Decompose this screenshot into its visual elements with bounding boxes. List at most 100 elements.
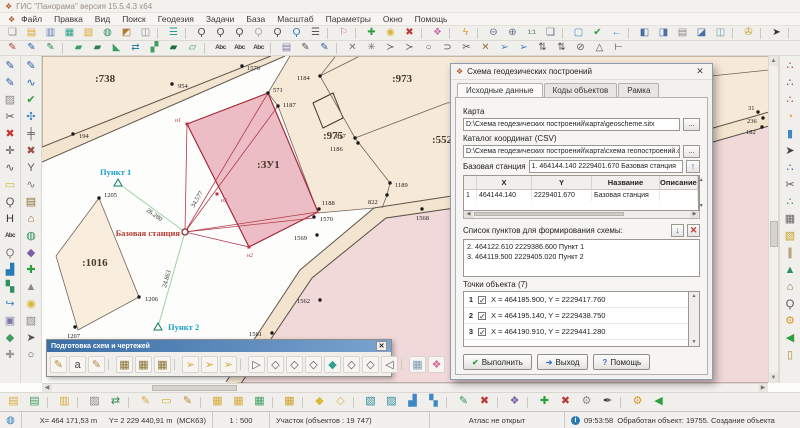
edit-help-icon[interactable]: ✎	[22, 42, 41, 55]
object-point-row[interactable]: 3✓X = 464190.910, Y = 2229441.280	[464, 324, 688, 340]
poly-fill-icon[interactable]: ◆	[324, 356, 341, 373]
browse-map-button[interactable]: ...	[683, 118, 700, 131]
exit-button[interactable]: ➜ Выход	[537, 354, 589, 370]
map-link-icon[interactable]: ▨	[381, 394, 402, 410]
menu-item[interactable]: Окно	[377, 14, 409, 24]
lamp-icon[interactable]: ◉	[381, 27, 400, 40]
tri-gray-icon[interactable]: ▲	[23, 279, 40, 296]
add-object-icon[interactable]: ✚	[362, 27, 381, 40]
star-color-icon[interactable]: ❖	[428, 356, 445, 373]
swap-icon[interactable]: ⇄	[105, 394, 126, 410]
sheet-pencil-icon[interactable]: ✎	[177, 394, 198, 410]
zoom-frame-icon[interactable]: ❑	[541, 27, 560, 40]
table-b-icon[interactable]: ▦	[135, 356, 152, 373]
table-c-icon[interactable]: ▦	[154, 356, 171, 373]
menu-item[interactable]: Масштаб	[271, 14, 319, 24]
wave-icon[interactable]: ∿	[23, 177, 40, 194]
sheet-edit-icon[interactable]: ✎	[135, 394, 156, 410]
vertex-star-icon[interactable]: ✳	[362, 42, 381, 55]
checkbox[interactable]: ✓	[478, 312, 486, 320]
floating-toolbar-titlebar[interactable]: Подготовка схем и чертежей ✕	[47, 340, 391, 352]
globe-small-icon[interactable]: ◍	[23, 228, 40, 245]
text-abc-arc-icon[interactable]: Abc	[230, 42, 249, 55]
arrow-y2-icon[interactable]: ➢	[201, 356, 218, 373]
scatter-pencil-icon[interactable]: ∴	[782, 58, 799, 75]
marker-flag-icon[interactable]: ⚐	[334, 27, 353, 40]
area-cut-icon[interactable]: ◣	[107, 42, 126, 55]
object-point-row[interactable]: 1✓X = 464185.900, Y = 2229417.760	[464, 292, 688, 308]
angle-tool-icon[interactable]: ⊢	[609, 42, 628, 55]
browse-csv-button[interactable]: ...	[683, 145, 700, 158]
table-row[interactable]: 1464144.1402229401.670Базовая станция	[464, 190, 698, 201]
chart-steps-icon[interactable]: ▚	[2, 279, 19, 296]
text-abc-box-icon[interactable]: Abc	[249, 42, 268, 55]
menu-item[interactable]: Правка	[48, 14, 89, 24]
branch-icon[interactable]: Y	[23, 160, 40, 177]
menu-item[interactable]: Задачи	[200, 14, 241, 24]
pipes-icon[interactable]: ∥	[782, 245, 799, 262]
x-brown-icon[interactable]: ✖	[23, 143, 40, 160]
move-down-button[interactable]: ↓	[671, 224, 684, 237]
object-point-row[interactable]: 2✓X = 464195.140, Y = 2229438.750	[464, 308, 688, 324]
exit-door-icon[interactable]: ◀	[782, 330, 799, 347]
diamond-violet-icon[interactable]: ◆	[23, 245, 40, 262]
doc-gear-icon[interactable]: ⚙	[576, 394, 597, 410]
circle-tool-icon[interactable]: ○	[419, 42, 438, 55]
pointer-sm-icon[interactable]: ➤	[23, 330, 40, 347]
palette-icon[interactable]: ❖	[428, 27, 447, 40]
poly-6-icon[interactable]: ◇	[362, 356, 379, 373]
area-dark-icon[interactable]: ▰	[164, 42, 183, 55]
search-by-name-icon[interactable]: Ϙ	[211, 27, 230, 40]
poly-4-icon[interactable]: ◇	[305, 356, 322, 373]
search-by-area-icon[interactable]: Ϙ	[230, 27, 249, 40]
find-a-icon[interactable]: Ϙ	[2, 194, 19, 211]
gear-big-icon[interactable]: ⚙	[627, 394, 648, 410]
hscroll-thumb[interactable]	[152, 385, 237, 391]
help-button[interactable]: ? Помощь	[593, 354, 650, 370]
select-frame-icon[interactable]: ▢	[569, 27, 588, 40]
object-copy-icon[interactable]: ▤	[277, 42, 296, 55]
chart-b-icon[interactable]: ▚	[423, 394, 444, 410]
points-pencil-icon[interactable]: ∴	[782, 160, 799, 177]
scatter-lasso-icon[interactable]: ∴	[782, 92, 799, 109]
search-list-icon[interactable]: ☰	[306, 27, 325, 40]
panel-box-icon[interactable]: ▣	[2, 313, 19, 330]
base-station-input[interactable]: 1. 464144.140 2229401.670 Базовая станци…	[529, 160, 683, 173]
open-data-icon[interactable]: ▧	[79, 27, 98, 40]
ruler-icon[interactable]: ▭	[2, 177, 19, 194]
checkbox[interactable]: ✓	[478, 328, 486, 336]
print-small-icon[interactable]: ▦	[782, 211, 799, 228]
house-map-icon[interactable]: ⌂	[782, 279, 799, 296]
panel-form-icon[interactable]: ▤	[673, 27, 692, 40]
brush-x-icon[interactable]: ✖	[474, 394, 495, 410]
object-pencil-blue-icon[interactable]: ✎	[315, 42, 334, 55]
circle-sm-icon[interactable]: ○	[23, 347, 40, 364]
table-hscroll-thumb[interactable]	[474, 212, 624, 216]
tab-object-codes[interactable]: Коды объектов	[544, 83, 618, 97]
area-green-icon[interactable]: ▰	[69, 42, 88, 55]
area-pair-icon[interactable]: ▞	[145, 42, 164, 55]
label-a-icon[interactable]: a	[69, 356, 86, 373]
arrow-y3-icon[interactable]: ➢	[220, 356, 237, 373]
open-map-icon[interactable]: ▦	[60, 27, 79, 40]
poly-3-icon[interactable]: ◇	[286, 356, 303, 373]
exit-arrow-icon[interactable]: ◀	[648, 394, 669, 410]
save-icon[interactable]: ▥	[41, 27, 60, 40]
checkbox[interactable]: ✓	[478, 296, 486, 304]
find-2-icon[interactable]: Ϙ	[2, 245, 19, 262]
cells-icon[interactable]: ▦	[279, 394, 300, 410]
execute-button[interactable]: ✔ Выполнить	[463, 354, 532, 370]
menu-item[interactable]: Параметры	[320, 14, 377, 24]
door-icon[interactable]: ▯	[782, 347, 799, 364]
dialog-close-icon[interactable]: ✕	[693, 66, 707, 77]
print-icon[interactable]: ▦	[795, 27, 800, 40]
move-cross-icon[interactable]: ✣	[23, 109, 40, 126]
area-light-icon[interactable]: ▱	[183, 42, 202, 55]
plus-green-icon[interactable]: ✚	[23, 262, 40, 279]
open-folder-icon[interactable]: ▤	[22, 27, 41, 40]
delete-object-icon[interactable]: ✖	[400, 27, 419, 40]
lamp-dot-icon[interactable]: ◉	[23, 296, 40, 313]
list-item[interactable]: 2. 464122.610 2229386.600 Пункт 1	[467, 242, 696, 252]
search-disabled-icon[interactable]: Ϙ	[249, 27, 268, 40]
new-map-icon[interactable]: ❏	[3, 27, 22, 40]
